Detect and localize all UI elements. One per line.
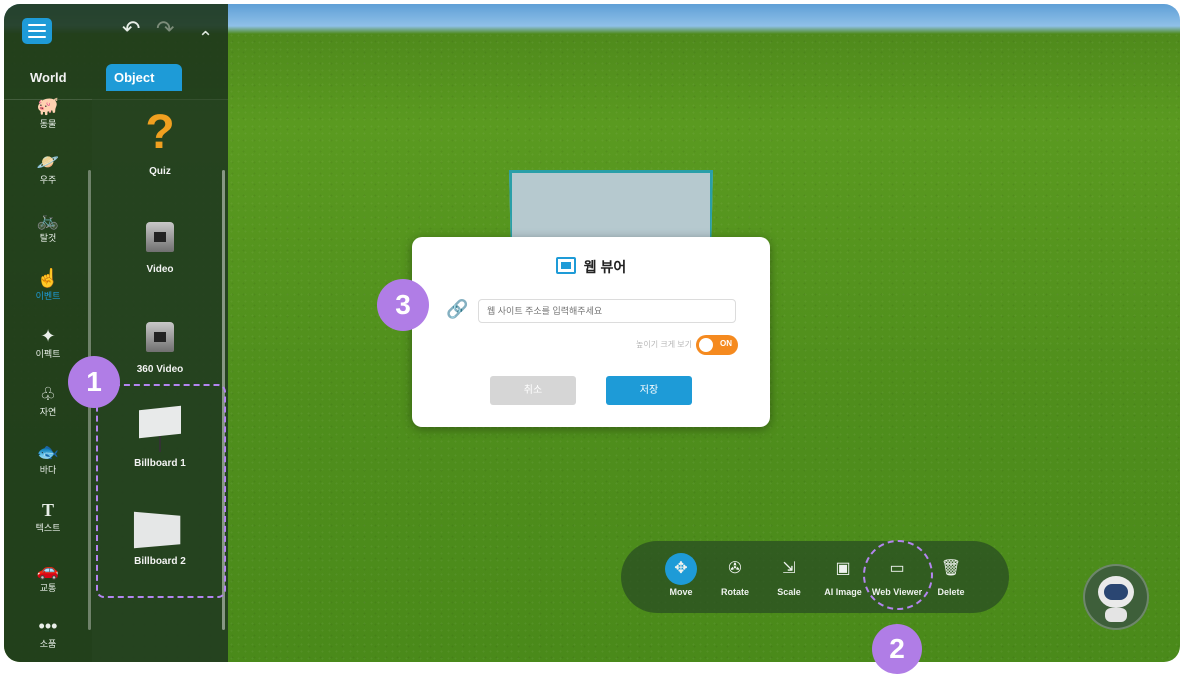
- web-viewer-icon: [555, 257, 576, 274]
- rotate-icon: ✇: [728, 560, 742, 577]
- link-icon: 🔗: [446, 299, 469, 319]
- category-traffic[interactable]: 🚗 교통: [4, 560, 92, 594]
- highlight-billboards: [96, 384, 226, 598]
- event-icon: ☝: [36, 268, 60, 288]
- category-label: 교통: [39, 583, 57, 593]
- move-icon: ✥: [665, 553, 697, 585]
- text-icon: T: [41, 500, 54, 520]
- question-mark-icon: ?: [145, 106, 175, 159]
- category-label: 동물: [39, 119, 57, 129]
- category-space[interactable]: 🪐 우주: [4, 152, 92, 186]
- collapse-chevron-icon[interactable]: ⌃: [198, 28, 213, 49]
- annotation-step-3: 3: [377, 279, 429, 331]
- tab-world[interactable]: World: [30, 70, 67, 85]
- video-screen-icon: [146, 322, 174, 352]
- annotation-step-2: 2: [872, 624, 922, 674]
- animal-icon: 🐖: [36, 96, 60, 116]
- robot-face: [1104, 584, 1128, 600]
- robot-body: [1105, 608, 1127, 622]
- tool-move[interactable]: ✥ Move: [651, 553, 711, 597]
- toggle-label: 높이기 크게 보기: [636, 340, 692, 349]
- category-label: 바다: [39, 465, 57, 475]
- category-text[interactable]: T 텍스트: [4, 500, 92, 534]
- video-screen-icon: [146, 222, 174, 252]
- category-label: 자연: [39, 407, 57, 417]
- car-icon: 🚗: [36, 560, 60, 580]
- object-item-video[interactable]: Video: [92, 222, 228, 275]
- category-props[interactable]: ••• 소품: [4, 616, 92, 650]
- tool-label: Rotate: [720, 587, 749, 597]
- scale-icon: ⇲: [782, 560, 796, 577]
- tool-label: Scale: [777, 587, 801, 597]
- category-vehicle[interactable]: 🚲 탈것: [4, 210, 92, 244]
- category-label: 탈것: [39, 233, 57, 243]
- assistant-robot-avatar[interactable]: [1083, 564, 1149, 630]
- transform-toolbar: ✥ Move ✇ Rotate ⇲ Scale ▣ AI Image ▭ Web…: [621, 541, 1009, 613]
- category-sea[interactable]: 🐟 바다: [4, 442, 92, 476]
- ai-image-icon: ▣: [835, 560, 851, 577]
- hamburger-menu-icon[interactable]: [22, 18, 52, 44]
- category-animal[interactable]: 🐖 동물: [4, 96, 92, 130]
- more-icon: •••: [38, 616, 58, 636]
- web-viewer-dialog: 웹 뷰어 🔗 높이기 크게 보기 ON 취소 저장: [412, 237, 770, 427]
- trash-icon: 🗑: [940, 560, 962, 577]
- tool-label: Move: [669, 587, 693, 597]
- undo-icon[interactable]: ↶: [122, 18, 140, 40]
- object-item-quiz[interactable]: ? Quiz: [92, 106, 228, 178]
- planet-icon: 🪐: [36, 152, 60, 172]
- effect-icon: ✦: [40, 326, 56, 346]
- object-label: Video: [146, 264, 174, 275]
- object-label: Quiz: [149, 166, 171, 177]
- annotation-step-1: 1: [68, 356, 120, 408]
- cancel-button[interactable]: 취소: [490, 376, 576, 405]
- tab-object[interactable]: Object: [106, 64, 182, 91]
- category-label: 텍스트: [35, 523, 61, 533]
- toggle-knob: [699, 338, 713, 352]
- category-label: 소품: [39, 639, 57, 649]
- large-view-toggle[interactable]: ON: [696, 335, 738, 355]
- bicycle-icon: 🚲: [36, 210, 60, 230]
- category-label: 이펙트: [35, 349, 61, 359]
- url-input[interactable]: [478, 299, 736, 323]
- tool-label: AI Image: [824, 587, 862, 597]
- fish-icon: 🐟: [36, 442, 60, 462]
- category-label: 이벤트: [35, 291, 61, 301]
- category-effect[interactable]: ✦ 이펙트: [4, 326, 92, 360]
- category-label: 우주: [39, 175, 57, 185]
- toggle-state: ON: [720, 339, 732, 348]
- save-button[interactable]: 저장: [606, 376, 692, 405]
- highlight-web-viewer: [863, 540, 933, 610]
- tool-rotate[interactable]: ✇ Rotate: [705, 553, 765, 597]
- dialog-title-text: 웹 뷰어: [583, 259, 627, 275]
- tool-scale[interactable]: ⇲ Scale: [759, 553, 819, 597]
- redo-icon[interactable]: ↷: [156, 18, 174, 40]
- dialog-title: 웹 뷰어: [412, 257, 770, 277]
- category-event[interactable]: ☝ 이벤트: [4, 268, 92, 302]
